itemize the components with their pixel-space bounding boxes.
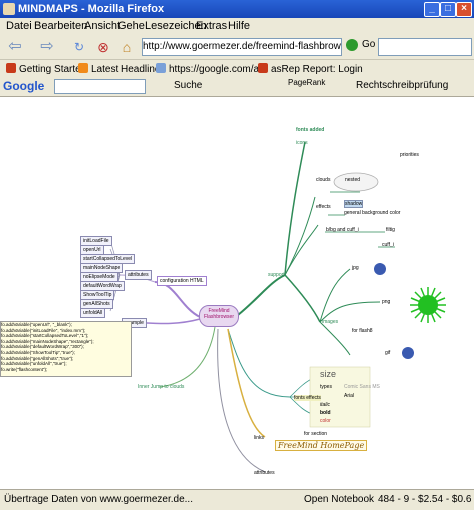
fonts-effects-node[interactable]: fonts effects — [294, 395, 321, 401]
priorities-node[interactable]: priorities — [400, 152, 419, 158]
gif-node[interactable]: gif — [385, 350, 390, 356]
effects-node[interactable]: effects — [316, 204, 331, 210]
stock-ticker: 484 - 9 - $2.54 - $0.6 — [378, 494, 472, 505]
icons-node[interactable]: icons — [296, 140, 308, 146]
status-bar: Übertrage Daten von www.goermezer.de... … — [0, 489, 474, 510]
fonts-added-node[interactable]: fonts added — [296, 127, 324, 133]
status-text: Übertrage Daten von www.goermezer.de... — [4, 494, 193, 505]
rss-icon — [78, 63, 88, 73]
google-search-button[interactable]: Suche — [174, 80, 202, 91]
reload-icon[interactable]: ↻ — [70, 38, 88, 56]
navigation-toolbar: ⇦ ⇨ ↻ ⊗ ⌂ http://www.goermezer.de/freemi… — [0, 35, 474, 60]
bookmark-getting-started[interactable]: Getting Started — [6, 63, 86, 75]
attributes-right-node[interactable]: attributes — [254, 470, 275, 476]
color-node[interactable]: color — [320, 418, 331, 424]
bg-color-node[interactable]: general background color — [344, 210, 400, 216]
for-section-node[interactable]: for section — [304, 431, 327, 437]
bookmark-latest-headlines[interactable]: Latest Headlines — [78, 63, 166, 75]
cuff-node[interactable]: cuff_i — [382, 242, 394, 248]
clouds-node[interactable]: clouds — [316, 177, 330, 183]
support-node[interactable]: support — [268, 272, 285, 278]
bookmark-google[interactable]: https://google.com/a... — [156, 63, 267, 75]
sun-image — [410, 287, 446, 323]
png-node[interactable]: png — [382, 299, 390, 305]
google-toolbar: Google Suche PageRank Rechtschreibprüfun… — [0, 77, 474, 97]
types-node[interactable]: types — [320, 384, 332, 390]
go-icon[interactable] — [346, 39, 358, 51]
menu-bearbeiten[interactable]: Bearbeiten — [34, 20, 87, 32]
example-code-box: fo.addVariable("openUrl", "_blank"); fo.… — [0, 321, 132, 377]
open-notebook-button[interactable]: Open Notebook — [304, 494, 374, 505]
italic-node[interactable]: italic — [320, 402, 330, 408]
google-search-input[interactable] — [54, 79, 146, 94]
google-logo[interactable]: Google — [3, 79, 44, 93]
inner-jump-node[interactable]: Inner Jump to clouds — [138, 384, 184, 390]
go-button[interactable]: Go — [362, 39, 375, 50]
minimize-button[interactable]: _ — [424, 2, 440, 17]
menu-extras[interactable]: Extras — [196, 20, 227, 32]
filtig-node[interactable]: filtig — [386, 227, 395, 233]
links-node[interactable]: links — [254, 435, 264, 441]
stop-icon[interactable]: ⊗ — [94, 38, 112, 56]
bold-node[interactable]: bold — [320, 410, 331, 416]
for-flash-node[interactable]: for flash8 — [352, 328, 373, 334]
menu-datei[interactable]: Datei — [6, 20, 32, 32]
menu-ansicht[interactable]: Ansicht — [84, 20, 120, 32]
window-title: MINDMAPS - Mozilla Firefox — [18, 3, 165, 15]
comic-node[interactable]: Comic Sans MS — [344, 384, 380, 390]
maximize-button[interactable]: □ — [440, 2, 456, 17]
mindmap-canvas[interactable]: FreeMind Flashbrowser configuration HTML… — [0, 97, 474, 489]
bookmark-asrep[interactable]: asRep Report: Login — [258, 63, 363, 75]
config-node[interactable]: configuration HTML — [157, 276, 207, 286]
nested-node[interactable]: nested — [345, 177, 360, 183]
back-icon[interactable]: ⇦ — [6, 38, 24, 56]
jpg-node[interactable]: jpg — [352, 265, 359, 271]
freemind-homepage-link[interactable]: FreeMind HomePage — [275, 440, 368, 451]
url-field[interactable]: http://www.goermezer.de/freemind-flashbr… — [142, 38, 342, 56]
attr-unfoldall[interactable]: unfoldAll — [80, 308, 106, 318]
shadow-node[interactable]: shadow — [344, 200, 364, 208]
menu-gehe[interactable]: Gehe — [118, 20, 145, 32]
size-node[interactable]: size — [320, 369, 336, 379]
search-input[interactable] — [378, 38, 472, 56]
bookmarks-toolbar: Getting Started Latest Headlines https:/… — [0, 60, 474, 78]
menu-hilfe[interactable]: Hilfe — [228, 20, 250, 32]
root-node[interactable]: FreeMind Flashbrowser — [199, 305, 239, 327]
bookmark-icon — [6, 63, 16, 73]
attributes-node[interactable]: attributes — [125, 270, 152, 280]
pagerank-label: PageRank — [288, 78, 326, 87]
close-button[interactable]: × — [456, 2, 472, 17]
window-title-bar: MINDMAPS - Mozilla Firefox _ □ × — [0, 0, 474, 18]
home-icon[interactable]: ⌂ — [118, 38, 136, 56]
forward-icon[interactable]: ⇨ — [38, 38, 56, 56]
menu-bar: Datei Bearbeiten Ansicht Gehe Lesezeiche… — [0, 18, 474, 35]
page-icon — [156, 63, 166, 73]
arial-node[interactable]: Arial — [344, 393, 354, 399]
bookmark-icon — [258, 63, 268, 73]
spellcheck-button[interactable]: Rechtschreibprüfung — [356, 80, 448, 91]
images-node[interactable]: images — [322, 319, 338, 325]
firefox-icon — [3, 3, 15, 15]
bbold-node[interactable]: b/bg and cuff_i — [326, 227, 359, 233]
